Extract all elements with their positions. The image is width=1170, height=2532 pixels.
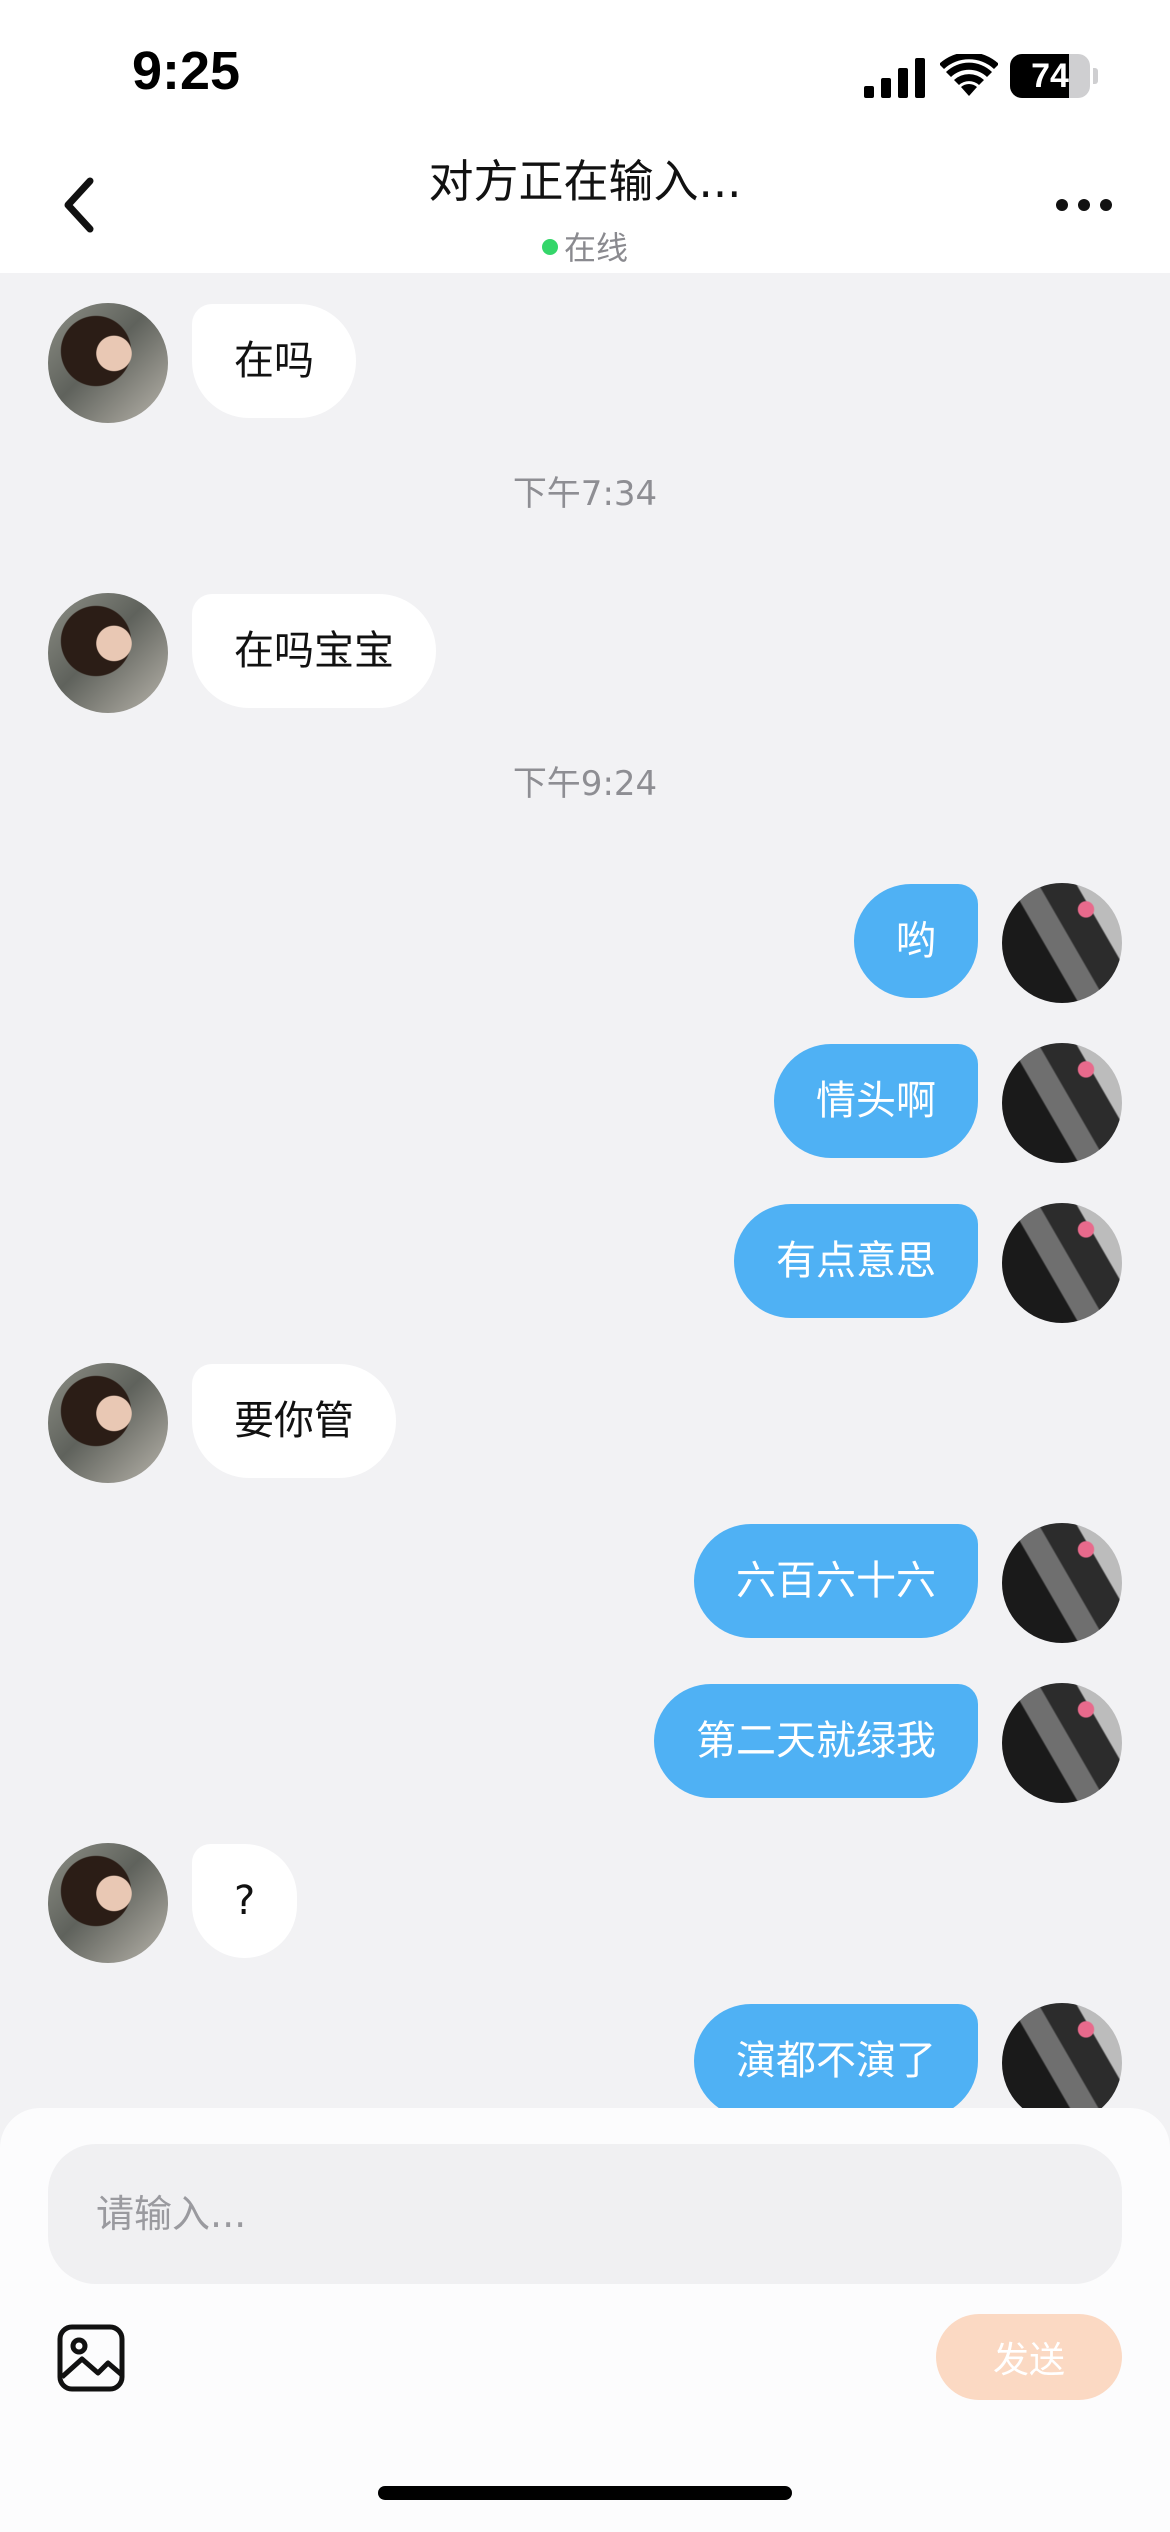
message-bubble[interactable]: 六百六十六 — [694, 1524, 978, 1638]
message-timestamp: 下午7:34 — [512, 474, 658, 514]
outgoing-message: 情头啊 — [0, 1043, 1170, 1163]
my-avatar[interactable] — [1002, 1523, 1122, 1643]
incoming-message: 在吗宝宝 — [0, 593, 1170, 713]
message-bubble[interactable]: ? — [192, 1844, 298, 1958]
message-timestamp: 下午9:24 — [512, 764, 658, 804]
my-avatar[interactable] — [1002, 2003, 1122, 2108]
outgoing-message: 第二天就绿我 — [0, 1683, 1170, 1803]
message-bubble[interactable]: 第二天就绿我 — [654, 1684, 978, 1798]
outgoing-message: 演都不演了 — [0, 2003, 1170, 2108]
incoming-message: 在吗 — [0, 303, 1170, 423]
contact-avatar[interactable] — [48, 1363, 168, 1483]
signal-icon — [864, 58, 925, 98]
message-list[interactable]: 在吗下午7:34 在吗宝宝下午9:24 哟情头啊有点意思要你管六百六十六第二天就绿我… — [0, 273, 1170, 2108]
message-composer: 发送 — [0, 2108, 1170, 2532]
status-time: 9:25 — [132, 41, 241, 101]
contact-avatar[interactable] — [48, 1843, 168, 1963]
message-bubble[interactable]: 在吗宝宝 — [192, 594, 436, 708]
message-bubble[interactable]: 演都不演了 — [694, 2004, 978, 2108]
battery-level: 74 — [1031, 57, 1069, 95]
image-picker-icon[interactable] — [56, 2323, 126, 2393]
outgoing-message: 六百六十六 — [0, 1523, 1170, 1643]
page-title: 对方正在输入... — [428, 155, 742, 208]
home-indicator[interactable] — [378, 2486, 792, 2500]
online-status-label: 在线 — [563, 229, 628, 267]
message-bubble[interactable]: 情头啊 — [774, 1044, 978, 1158]
more-options-button[interactable] — [1054, 193, 1114, 217]
message-bubble[interactable]: 在吗 — [192, 304, 356, 418]
status-bar: 9:25 74 — [0, 0, 1170, 135]
battery-icon: 74 — [1010, 54, 1098, 98]
my-avatar[interactable] — [1002, 1683, 1122, 1803]
message-bubble[interactable]: 哟 — [854, 884, 978, 998]
message-bubble[interactable]: 要你管 — [192, 1364, 396, 1478]
my-avatar[interactable] — [1002, 1043, 1122, 1163]
message-input[interactable] — [48, 2144, 1122, 2284]
contact-avatar[interactable] — [48, 593, 168, 713]
wifi-icon — [940, 54, 998, 96]
contact-avatar[interactable] — [48, 303, 168, 423]
message-bubble[interactable]: 有点意思 — [734, 1204, 978, 1318]
send-button[interactable]: 发送 — [936, 2314, 1122, 2400]
my-avatar[interactable] — [1002, 1203, 1122, 1323]
outgoing-message: 哟 — [0, 883, 1170, 1003]
incoming-message: 要你管 — [0, 1363, 1170, 1483]
my-avatar[interactable] — [1002, 883, 1122, 1003]
incoming-message: ? — [0, 1843, 1170, 1963]
outgoing-message: 有点意思 — [0, 1203, 1170, 1323]
chat-header: 对方正在输入... 在线 — [0, 135, 1170, 273]
online-dot-icon — [541, 239, 558, 255]
online-status: 在线 — [0, 223, 1170, 269]
